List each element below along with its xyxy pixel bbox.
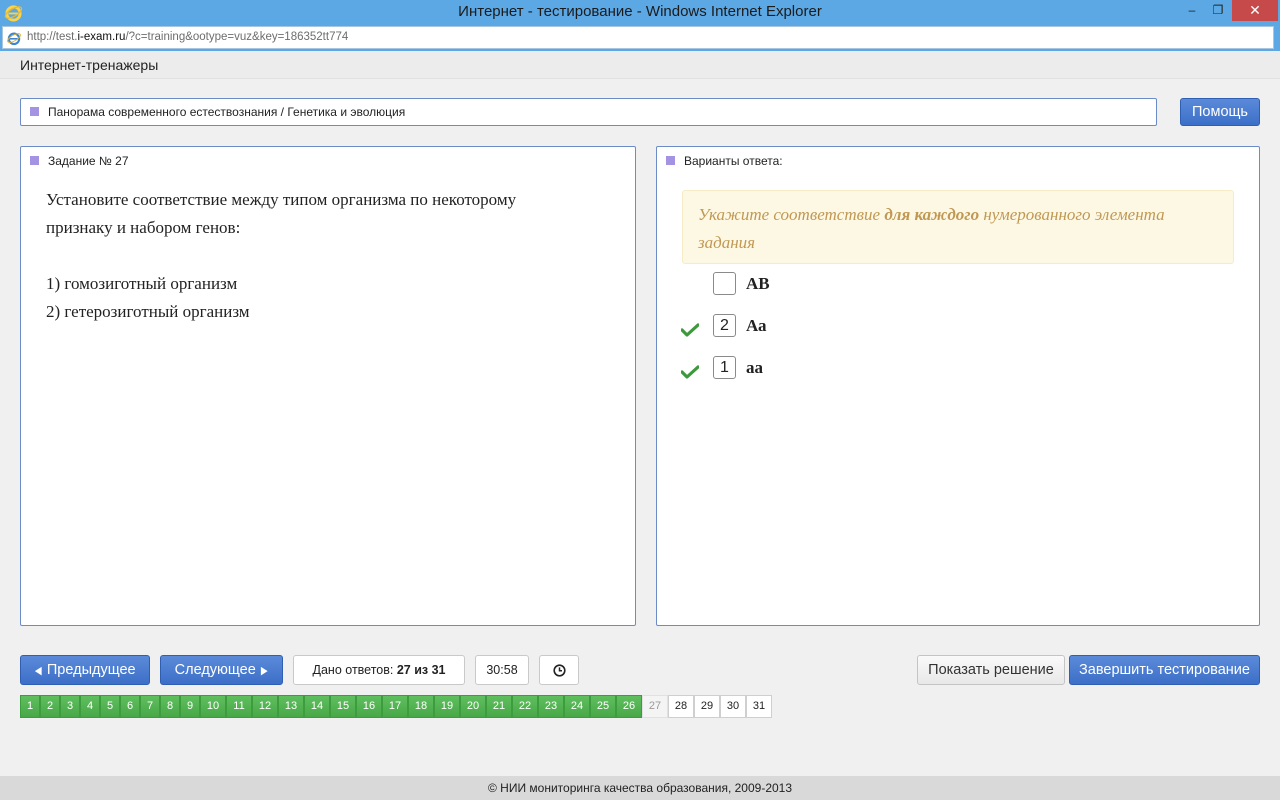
maximize-button[interactable]: ❐ — [1206, 0, 1230, 21]
page-button-10[interactable]: 10 — [200, 695, 226, 718]
instruction-hint: Укажите соответствие для каждого нумеров… — [682, 190, 1234, 264]
page-button-21[interactable]: 21 — [486, 695, 512, 718]
breadcrumb-text: Панорама современного естествознания / Г… — [48, 105, 406, 119]
page-button-3[interactable]: 3 — [60, 695, 80, 718]
answer-option-label: АВ — [746, 274, 770, 293]
window-title: Интернет - тестирование - Windows Intern… — [458, 3, 822, 20]
page-button-6[interactable]: 6 — [120, 695, 140, 718]
page-button-12[interactable]: 12 — [252, 695, 278, 718]
page-button-29[interactable]: 29 — [694, 695, 720, 718]
finish-test-button[interactable]: Завершить тестирование — [1069, 655, 1260, 685]
page-button-26[interactable]: 26 — [616, 695, 642, 718]
footer: © НИИ мониторинга качества образования, … — [0, 776, 1280, 800]
clock-icon — [553, 664, 566, 677]
page-button-5[interactable]: 5 — [100, 695, 120, 718]
answer-option-label: аа — [746, 358, 763, 377]
url-rest: /?c=training&ootype=vuz&key=186352tt774 — [125, 31, 349, 43]
page-button-7[interactable]: 7 — [140, 695, 160, 718]
timer-toggle-button[interactable] — [539, 655, 579, 685]
match-number-input[interactable] — [713, 272, 736, 295]
window-titlebar: Интернет - тестирование - Windows Intern… — [0, 0, 1280, 25]
help-button[interactable]: Помощь — [1180, 98, 1260, 126]
page-header: Интернет-тренажеры — [0, 51, 1280, 79]
task-prompt-line: Установите соответствие между типом орга… — [46, 190, 517, 209]
task-prompt-line: признаку и набором генов: — [46, 218, 241, 237]
square-marker-icon — [30, 156, 39, 166]
address-bar: http://test.i-exam.ru/?c=training&ootype… — [0, 25, 1280, 51]
breadcrumb: Панорама современного естествознания / Г… — [20, 98, 1157, 126]
task-question: Установите соответствие между типом орга… — [46, 186, 606, 326]
page-button-24[interactable]: 24 — [564, 695, 590, 718]
answer-option: 2 Аа — [657, 314, 1257, 344]
page-button-8[interactable]: 8 — [160, 695, 180, 718]
hint-bold-text: для каждого — [884, 205, 980, 224]
page-button-17[interactable]: 17 — [382, 695, 408, 718]
checkmark-icon — [681, 323, 699, 337]
previous-label: Предыдущее — [46, 662, 136, 678]
page-button-27[interactable]: 27 — [642, 695, 668, 718]
answered-prefix: Дано ответов: — [312, 663, 397, 677]
page-button-14[interactable]: 14 — [304, 695, 330, 718]
square-marker-icon — [666, 156, 675, 166]
answered-value: 27 из 31 — [396, 663, 446, 677]
timer: 30:58 — [475, 655, 529, 685]
close-button[interactable]: ✕ — [1232, 0, 1278, 21]
answer-option-label: Аа — [746, 316, 767, 335]
task-panel-header: Задание № 27 — [30, 154, 129, 168]
page-button-20[interactable]: 20 — [460, 695, 486, 718]
page-button-30[interactable]: 30 — [720, 695, 746, 718]
page-button-28[interactable]: 28 — [668, 695, 694, 718]
page-button-23[interactable]: 23 — [538, 695, 564, 718]
task-title: Задание № 27 — [48, 154, 129, 168]
next-label: Следующее — [174, 662, 256, 678]
task-item: 2) гетерозиготный организм — [46, 302, 250, 321]
page-button-16[interactable]: 16 — [356, 695, 382, 718]
task-panel: Задание № 27 Установите соответствие меж… — [20, 146, 636, 626]
url-prefix: http://test. — [27, 31, 78, 43]
next-button[interactable]: Следующее ▶ — [160, 655, 283, 685]
page-button-18[interactable]: 18 — [408, 695, 434, 718]
page-button-1[interactable]: 1 — [20, 695, 40, 718]
page-button-11[interactable]: 11 — [226, 695, 252, 718]
page-button-31[interactable]: 31 — [746, 695, 772, 718]
answers-panel: Варианты ответа: Укажите соответствие дл… — [656, 146, 1260, 626]
page-button-13[interactable]: 13 — [278, 695, 304, 718]
site-brand: Интернет-тренажеры — [20, 57, 159, 73]
url-host: i-exam.ru — [77, 31, 126, 43]
page-icon — [7, 32, 21, 46]
answers-panel-header: Варианты ответа: — [666, 154, 783, 168]
show-solution-button[interactable]: Показать решение — [917, 655, 1065, 685]
hint-text: Укажите соответствие — [698, 205, 885, 224]
page-button-25[interactable]: 25 — [590, 695, 616, 718]
page-button-22[interactable]: 22 — [512, 695, 538, 718]
url-text: http://test.i-exam.ru/?c=training&ootype… — [27, 31, 348, 43]
square-marker-icon — [30, 107, 39, 117]
match-number-input[interactable]: 2 — [713, 314, 736, 337]
checkmark-icon — [681, 365, 699, 379]
answer-option: 1 аа — [657, 356, 1257, 386]
minimize-button[interactable]: ‒ — [1180, 0, 1204, 21]
url-field[interactable]: http://test.i-exam.ru/?c=training&ootype… — [2, 26, 1274, 49]
chevron-left-icon: ◀ — [35, 665, 42, 677]
page-button-19[interactable]: 19 — [434, 695, 460, 718]
match-number-input[interactable]: 1 — [713, 356, 736, 379]
page-button-2[interactable]: 2 — [40, 695, 60, 718]
page-button-4[interactable]: 4 — [80, 695, 100, 718]
previous-button[interactable]: ◀ Предыдущее — [20, 655, 150, 685]
answers-title: Варианты ответа: — [684, 154, 783, 168]
answer-option: АВ — [657, 272, 1257, 302]
answered-count: Дано ответов: 27 из 31 — [293, 655, 465, 685]
page-button-9[interactable]: 9 — [180, 695, 200, 718]
page-button-15[interactable]: 15 — [330, 695, 356, 718]
task-item: 1) гомозиготный организм — [46, 274, 238, 293]
chevron-right-icon: ▶ — [260, 665, 268, 677]
